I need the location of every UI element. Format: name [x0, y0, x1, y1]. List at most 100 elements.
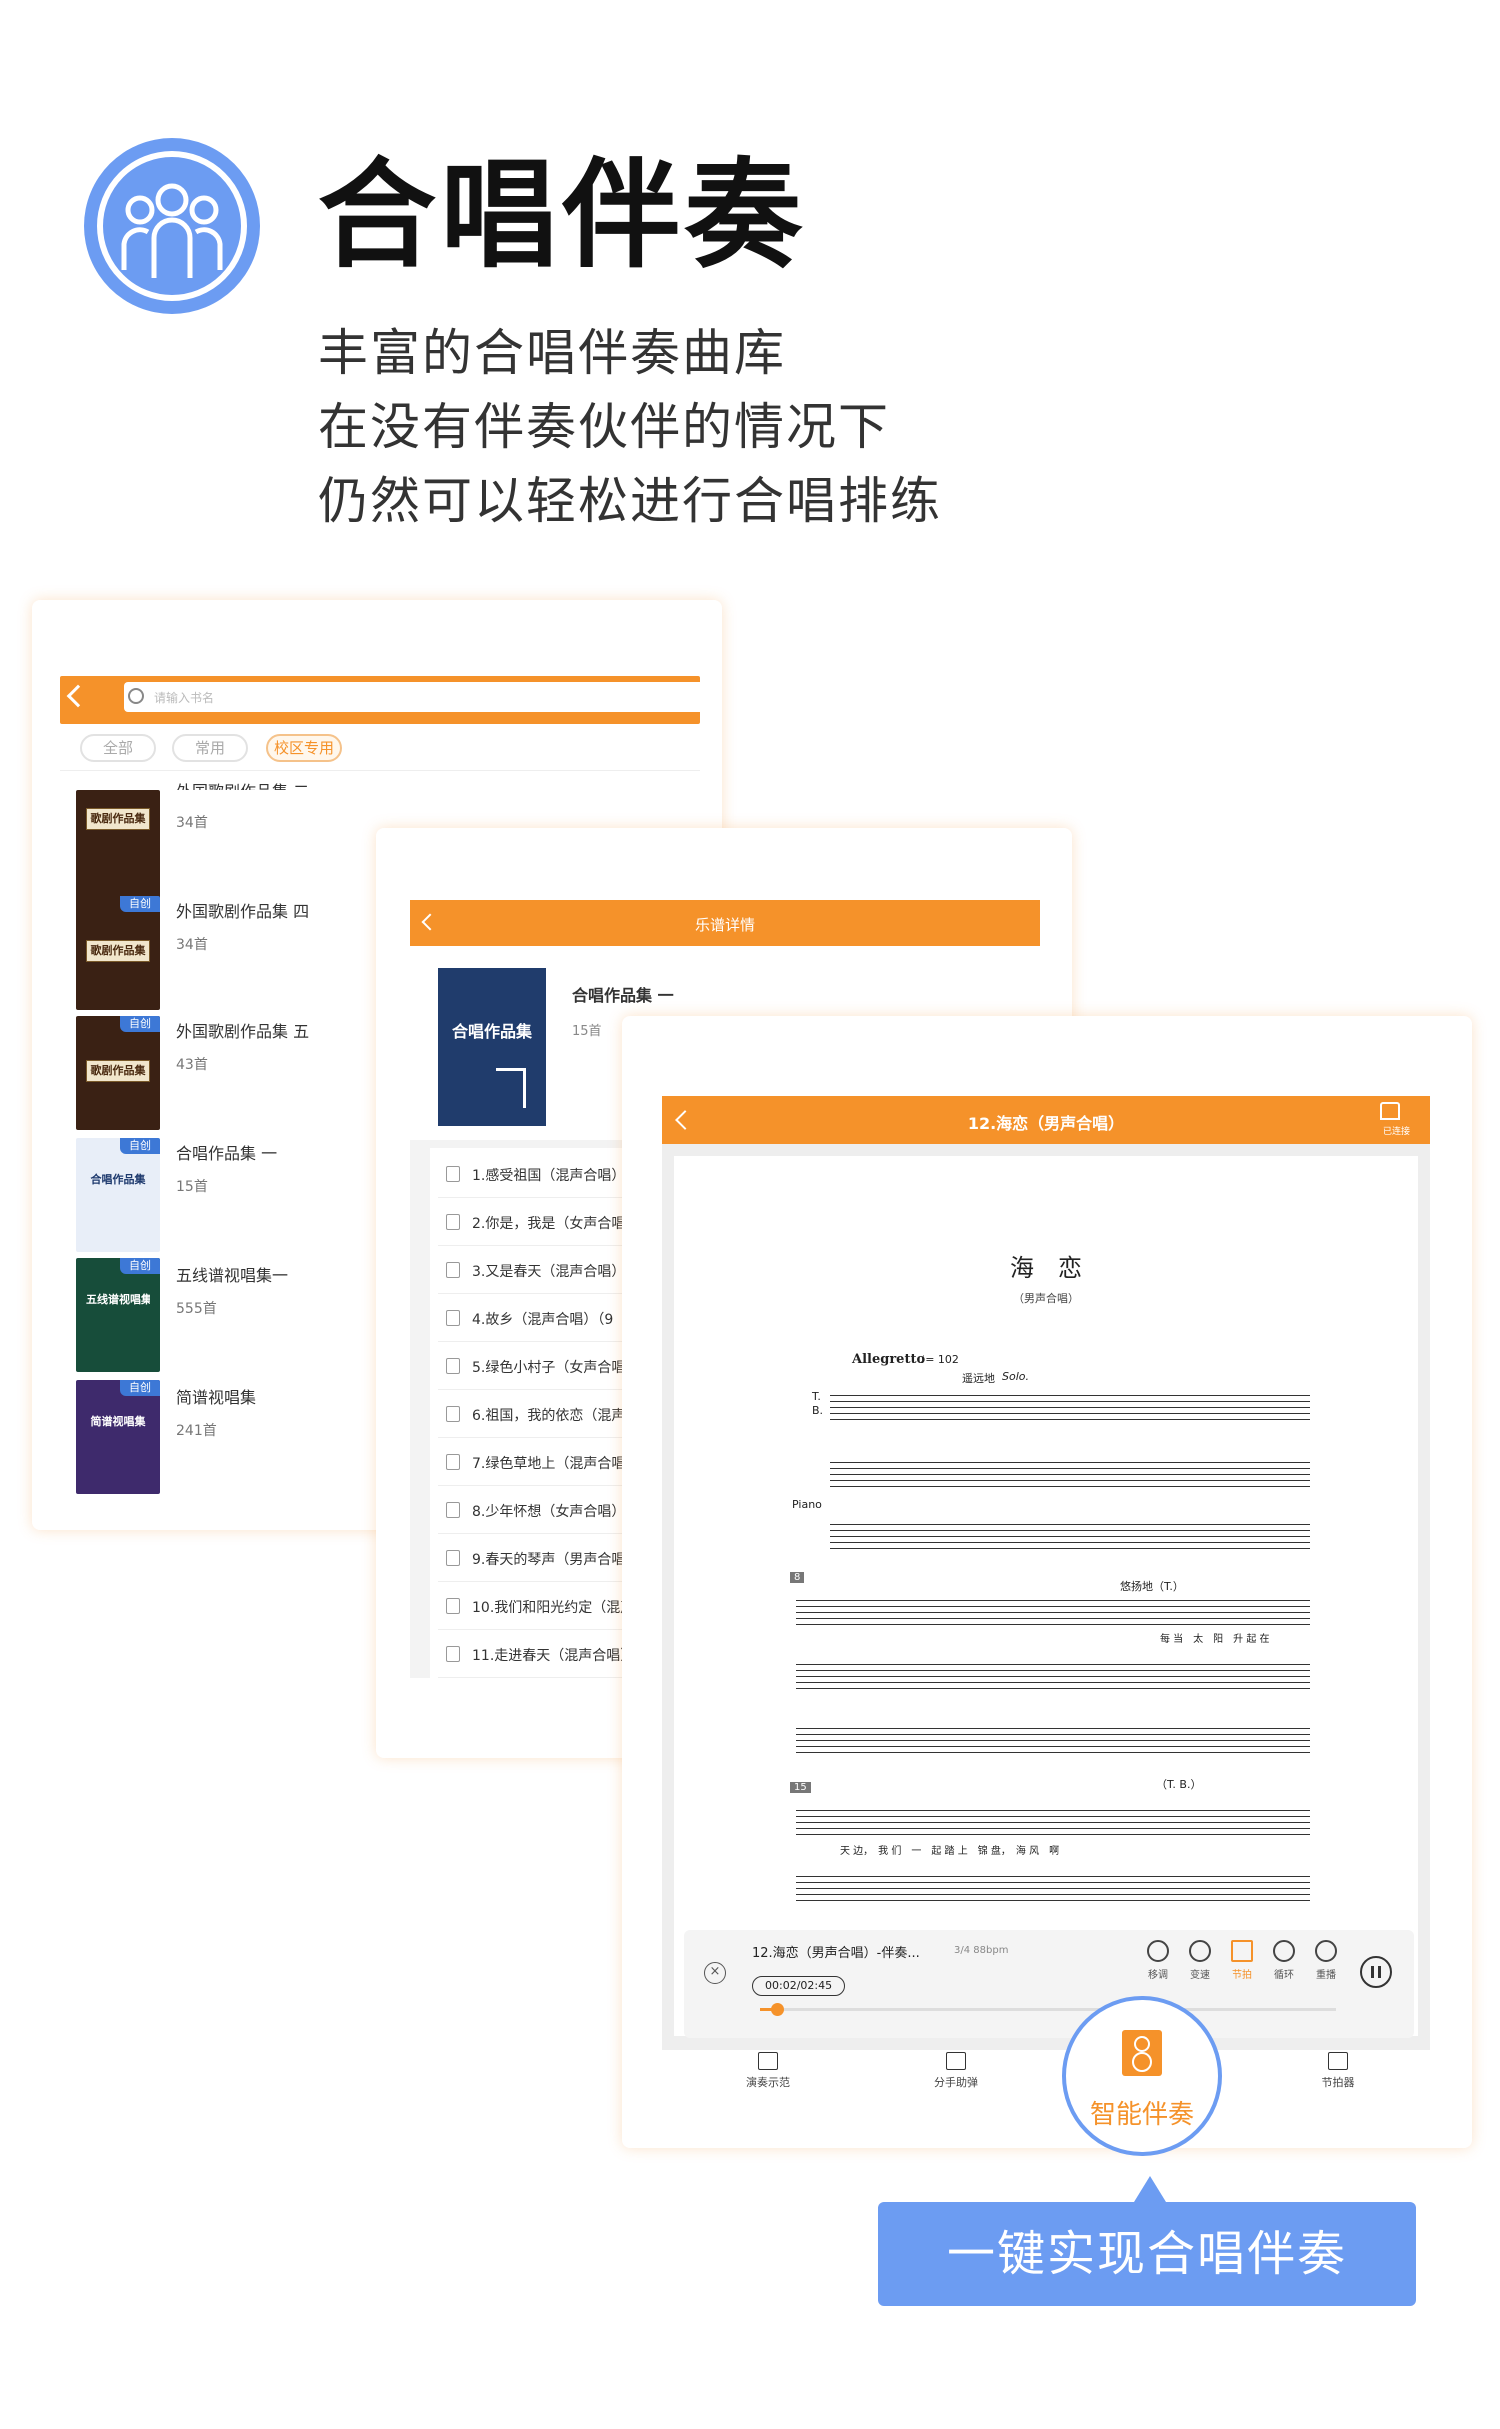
track-title: 10.我们和阳光约定（混声 — [472, 1600, 628, 1616]
staff-line — [796, 1682, 1310, 1683]
book-title[interactable]: 五线谱视唱集一 — [176, 1262, 288, 1286]
search-placeholder: 请输入书名 — [154, 691, 215, 705]
track-row[interactable]: 7.绿色草地上（混声合唱） — [438, 1438, 628, 1486]
staff-line — [830, 1524, 1310, 1525]
choir-people-icon — [84, 138, 260, 314]
score-file-icon — [446, 1550, 460, 1566]
book-cover[interactable]: 歌剧作品集 — [76, 790, 160, 904]
tab-smart-accompany[interactable]: 智能伴奏 — [1062, 1996, 1222, 2156]
track-row[interactable]: 5.绿色小村子（女声合唱） — [438, 1342, 628, 1390]
staff-line — [796, 1624, 1310, 1625]
track-title: 6.祖国，我的依恋（混声 — [472, 1408, 626, 1424]
book-title[interactable]: 外国歌剧作品集 四 — [176, 898, 309, 922]
score-file-icon — [446, 1310, 460, 1326]
replay-button[interactable]: 重播 — [1308, 1940, 1344, 1981]
detail-book-title: 合唱作品集 一 — [572, 986, 674, 1005]
track-title: 7.绿色草地上（混声合唱） — [472, 1456, 628, 1472]
staff-line — [796, 1670, 1310, 1671]
filter-campus[interactable]: 校区专用 — [266, 734, 342, 762]
book-cover[interactable]: 自创 合唱作品集 — [76, 1138, 160, 1252]
track-title: 8.少年怀想（女声合唱） — [472, 1504, 626, 1520]
staff-line — [796, 1728, 1310, 1729]
track-row[interactable]: 3.又是春天（混声合唱） — [438, 1246, 628, 1294]
book-cover[interactable]: 自创 简谱视唱集 — [76, 1380, 160, 1494]
staff-line — [796, 1676, 1310, 1677]
track-row[interactable]: 10.我们和阳光约定（混声 — [438, 1582, 628, 1630]
track-row[interactable]: 9.春天的琴声（男声合唱） — [438, 1534, 628, 1582]
track-row[interactable]: 4.故乡（混声合唱）（9 — [438, 1294, 628, 1342]
music-note-icon — [496, 1068, 526, 1108]
book-title[interactable]: 简谱视唱集 — [176, 1384, 256, 1408]
detail-header-title: 乐谱详情 — [694, 916, 755, 934]
piano-label: Piano — [792, 1498, 822, 1511]
loop-button[interactable]: 循环 — [1266, 1940, 1302, 1981]
track-row[interactable]: 6.祖国，我的依恋（混声 — [438, 1390, 628, 1438]
staff-line — [830, 1413, 1310, 1414]
voice-label: T. B. — [812, 1390, 824, 1417]
tab-hands[interactable]: 分手助弹 — [928, 2052, 984, 2090]
score-file-icon — [446, 1646, 460, 1662]
book-count: 555首 — [176, 1301, 217, 1317]
pause-button[interactable] — [1360, 1956, 1392, 1988]
search-input[interactable]: 请输入书名 — [124, 682, 700, 712]
staff-line — [830, 1536, 1310, 1537]
score-file-icon — [446, 1454, 460, 1470]
staff-line — [796, 1900, 1310, 1901]
track-row[interactable]: 11.走进春天（混声合唱） — [438, 1630, 628, 1678]
filter-all[interactable]: 全部 — [80, 734, 156, 762]
piano-connect-icon[interactable] — [1380, 1102, 1400, 1120]
direction: 遥远地 — [962, 1372, 995, 1385]
staff-line — [796, 1664, 1310, 1665]
gutter — [410, 1148, 430, 1678]
time-display: 00:02/02:45 — [752, 1976, 846, 1996]
track-title: 3.又是春天（混声合唱） — [472, 1264, 626, 1280]
book-title[interactable]: 外国歌剧作品集 二 — [176, 778, 309, 790]
tb-label: （T. B.） — [1156, 1778, 1202, 1791]
track-row[interactable]: 2.你是，我是（女声合唱） — [438, 1198, 628, 1246]
score-file-icon — [446, 1214, 460, 1230]
book-cover[interactable]: 自创 歌剧作品集 — [76, 896, 160, 1010]
hero-line-2: 在没有伴奏伙伴的情况下 — [318, 398, 890, 456]
staff-line — [830, 1542, 1310, 1543]
tab-metronome[interactable]: 节拍器 — [1310, 2052, 1366, 2090]
staff-line — [796, 1888, 1310, 1889]
staff-line — [830, 1480, 1310, 1481]
staff-line — [796, 1600, 1310, 1601]
staff-line — [796, 1734, 1310, 1735]
tab-demo[interactable]: 演奏示范 — [740, 2052, 796, 2090]
staff-line — [830, 1486, 1310, 1487]
book-cover[interactable]: 自创 五线谱视唱集 — [76, 1258, 160, 1372]
play-icon — [758, 2052, 778, 2070]
staff-line — [796, 1894, 1310, 1895]
transpose-button[interactable]: 移调 — [1140, 1940, 1176, 1981]
staff-line — [796, 1606, 1310, 1607]
tempo-marking: Allegretto — [852, 1352, 926, 1367]
callout-arrow — [1134, 2176, 1166, 2202]
book-count: 241首 — [176, 1423, 217, 1439]
staff-line — [796, 1810, 1310, 1811]
connected-label: 已连接 — [1382, 1127, 1410, 1137]
book-count: 34首 — [176, 937, 208, 953]
book-count: 34首 — [176, 815, 208, 831]
staff-line — [796, 1882, 1310, 1883]
book-cover[interactable]: 自创 歌剧作品集 — [76, 1016, 160, 1130]
hero-line-3: 仍然可以轻松进行合唱排练 — [318, 472, 942, 530]
staff-line — [796, 1618, 1310, 1619]
book-title[interactable]: 合唱作品集 一 — [176, 1140, 277, 1164]
beat-button[interactable]: 节拍 — [1224, 1940, 1260, 1981]
staff-line — [830, 1548, 1310, 1549]
book-title[interactable]: 外国歌剧作品集 五 — [176, 1018, 309, 1042]
metronome-icon — [1328, 2052, 1348, 2070]
track-row[interactable]: 1.感受祖国（混声合唱） — [438, 1150, 628, 1198]
progress-track[interactable] — [760, 2008, 1336, 2011]
track-row[interactable]: 8.少年怀想（女声合唱） — [438, 1486, 628, 1534]
speaker-icon — [1122, 2030, 1162, 2076]
staff-line — [796, 1834, 1310, 1835]
staff-line — [830, 1395, 1310, 1396]
filter-common[interactable]: 常用 — [172, 734, 248, 762]
speed-icon — [1189, 1940, 1211, 1962]
close-icon[interactable]: × — [704, 1962, 726, 1984]
score-file-icon — [446, 1358, 460, 1374]
score-subtitle: （男声合唱） — [1013, 1292, 1079, 1305]
speed-button[interactable]: 变速 — [1182, 1940, 1218, 1981]
